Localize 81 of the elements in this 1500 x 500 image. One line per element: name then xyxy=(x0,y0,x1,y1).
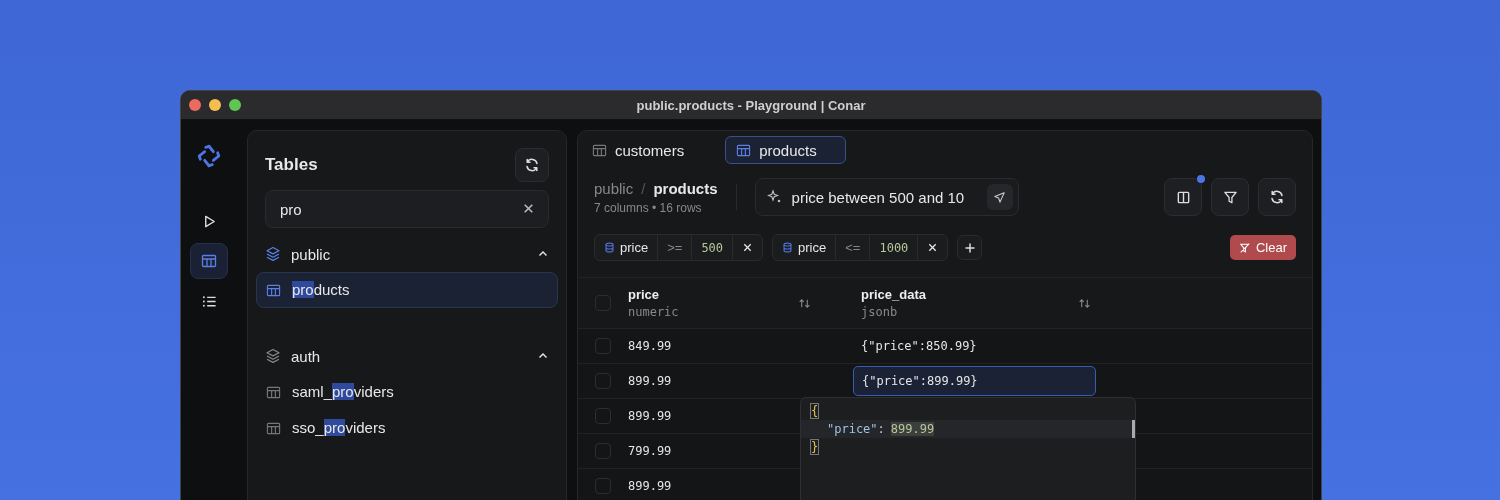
columns-icon xyxy=(1175,189,1191,205)
code-value: 899.99 xyxy=(890,422,935,436)
close-icon[interactable] xyxy=(927,242,939,253)
table-icon xyxy=(592,142,607,158)
table-meta: 7 columns • 16 rows xyxy=(594,200,703,215)
table-cell[interactable]: 899.99 xyxy=(628,409,672,423)
breadcrumb-separator: / xyxy=(641,179,646,197)
filter-icon xyxy=(1222,189,1238,205)
close-icon[interactable] xyxy=(742,242,754,253)
table-tab[interactable]: products xyxy=(725,136,846,164)
column-name: price_data xyxy=(861,287,927,302)
panel-title: Tables xyxy=(265,155,318,175)
table-icon xyxy=(201,253,217,269)
column-type: numeric xyxy=(628,305,679,319)
send-icon xyxy=(993,190,1007,204)
table-icon xyxy=(266,282,281,298)
sort-icon[interactable] xyxy=(798,296,811,310)
columns-button[interactable] xyxy=(1164,178,1202,216)
indicator-dot xyxy=(1197,175,1205,183)
table-icon xyxy=(266,384,281,400)
column-name: price xyxy=(628,287,661,302)
json-editor[interactable]: { "price": 899.99 } xyxy=(800,397,1136,500)
filter-column[interactable]: price xyxy=(595,235,658,260)
logo-icon xyxy=(196,143,222,169)
row-checkbox[interactable] xyxy=(595,408,611,424)
close-window-button[interactable] xyxy=(189,99,201,111)
clear-filters-button[interactable]: Clear xyxy=(1229,235,1296,260)
row-checkbox[interactable] xyxy=(595,443,611,459)
sparkle-icon xyxy=(766,189,783,205)
layers-icon xyxy=(265,246,281,262)
filter-value[interactable]: 1000 xyxy=(869,235,918,260)
ai-query-field[interactable]: price between 500 and 10 xyxy=(754,178,1019,216)
refresh-icon xyxy=(524,157,540,173)
filter-off-icon xyxy=(1238,241,1251,254)
send-button[interactable] xyxy=(986,184,1013,210)
list-icon xyxy=(201,293,217,309)
filter-button[interactable] xyxy=(1211,178,1249,216)
schema-name[interactable]: auth xyxy=(291,347,527,365)
row-checkbox[interactable] xyxy=(595,373,611,389)
table-cell[interactable]: 849.99 xyxy=(628,339,672,353)
close-icon[interactable] xyxy=(522,202,535,215)
row-checkbox[interactable] xyxy=(595,338,611,354)
table-list-item[interactable]: saml_providers xyxy=(291,382,395,402)
table-cell[interactable]: {"price":899.99} xyxy=(853,366,1096,396)
column-type: jsonb xyxy=(861,305,899,319)
code-brace: { xyxy=(811,404,819,418)
table-cell[interactable]: 899.99 xyxy=(628,479,672,493)
search-field[interactable]: pro xyxy=(265,190,549,228)
row-checkbox[interactable] xyxy=(595,478,611,494)
code-brace: } xyxy=(811,440,819,454)
database-icon xyxy=(604,242,615,253)
sort-icon[interactable] xyxy=(1078,296,1091,310)
add-filter-button[interactable] xyxy=(957,235,983,260)
table-cell[interactable]: {"price":850.99} xyxy=(861,339,977,353)
code-colon: : xyxy=(877,422,885,436)
layers-icon xyxy=(265,348,281,364)
database-icon xyxy=(782,242,794,253)
table-list-item[interactable]: products xyxy=(291,280,351,300)
filter-value[interactable]: 500 xyxy=(691,235,733,260)
maximize-window-button[interactable] xyxy=(229,99,241,111)
minimize-window-button[interactable] xyxy=(209,99,221,111)
filter-chip[interactable]: price <= 1000 xyxy=(772,234,949,261)
filter-operator[interactable]: <= xyxy=(835,235,870,260)
table-cell[interactable]: 899.99 xyxy=(628,374,672,388)
schema-name[interactable]: public xyxy=(291,245,527,263)
code-key: "price" xyxy=(811,422,878,436)
plus-icon xyxy=(963,241,976,254)
table-tab[interactable]: customers xyxy=(591,136,696,164)
window-title: public.products - Playground | Conar xyxy=(636,97,866,113)
filter-column[interactable]: price xyxy=(773,235,836,260)
refresh-button[interactable] xyxy=(1258,178,1296,216)
table-cell[interactable]: 799.99 xyxy=(628,444,672,458)
filter-operator[interactable]: >= xyxy=(657,235,692,260)
table-nav-button[interactable] xyxy=(190,243,228,279)
refresh-icon xyxy=(1269,189,1285,205)
table-icon xyxy=(736,142,752,158)
refresh-button[interactable] xyxy=(515,148,549,182)
filter-chip[interactable]: price >= 500 xyxy=(594,234,764,261)
breadcrumb-schema[interactable]: public xyxy=(594,179,634,197)
breadcrumb-table: products xyxy=(653,179,718,197)
table-icon xyxy=(266,420,281,436)
